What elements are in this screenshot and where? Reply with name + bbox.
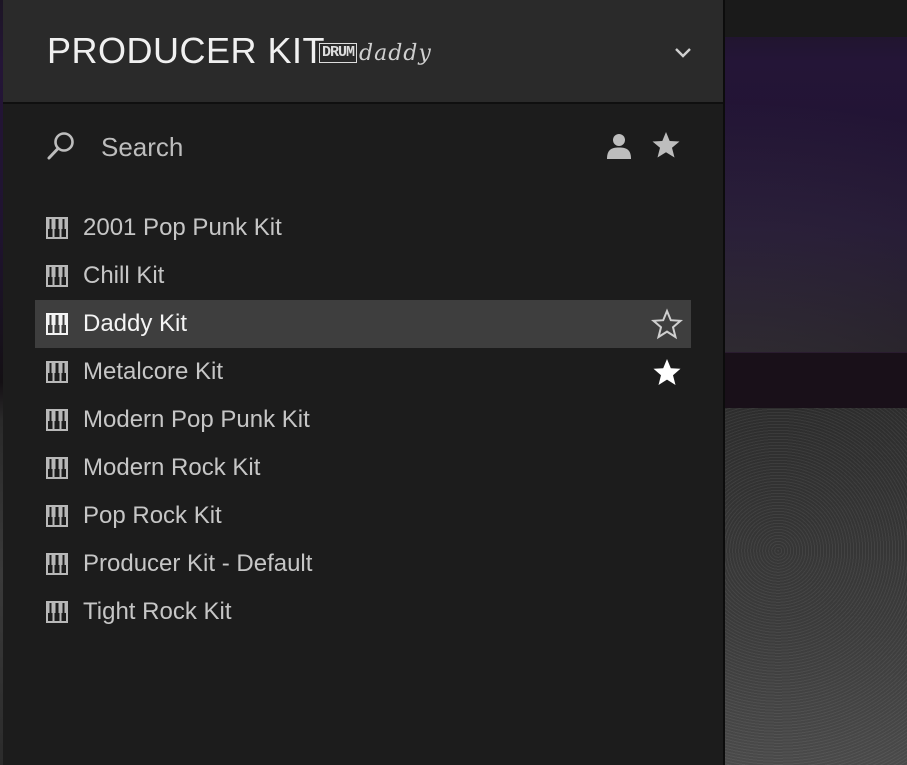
preset-name: Metalcore Kit <box>83 358 224 385</box>
keyboard-icon <box>46 217 68 239</box>
preset-name: Chill Kit <box>83 262 165 289</box>
preset-list-item[interactable]: Pop Rock Kit <box>35 492 691 540</box>
favorites-filter-star-icon[interactable] <box>651 130 681 160</box>
preset-browser-panel: PRODUCER KIT DRUM daddy 2001 Pop Punk Ki… <box>3 0 725 765</box>
preset-list-item[interactable]: Tight Rock Kit <box>35 588 691 636</box>
preset-browser-header[interactable]: PRODUCER KIT DRUM daddy <box>3 0 723 104</box>
stage-riser <box>723 352 907 409</box>
search-bar <box>3 120 723 172</box>
chevron-down-icon[interactable] <box>673 44 693 60</box>
preset-name: 2001 Pop Punk Kit <box>83 214 282 241</box>
preset-list: 2001 Pop Punk Kit Chill Kit Daddy Kit Metal… <box>35 204 691 636</box>
logo-daddy-text: daddy <box>359 40 432 66</box>
preset-list-item[interactable]: Chill Kit <box>35 252 691 300</box>
preset-name: Tight Rock Kit <box>83 598 232 625</box>
preset-name: Daddy Kit <box>83 310 188 337</box>
preset-list-item[interactable]: Metalcore Kit <box>35 348 691 396</box>
search-input[interactable] <box>99 128 523 166</box>
favorite-star-outline-icon[interactable] <box>650 308 684 340</box>
keyboard-icon <box>46 265 68 287</box>
keyboard-icon <box>46 409 68 431</box>
keyboard-icon <box>46 313 68 335</box>
preset-list-item[interactable]: Producer Kit - Default <box>35 540 691 588</box>
stage-top-bar <box>723 0 907 37</box>
search-icon <box>47 132 74 160</box>
preset-name: Modern Pop Punk Kit <box>83 406 310 433</box>
drum-daddy-logo: DRUM daddy <box>319 40 432 66</box>
product-title: PRODUCER KIT <box>47 30 326 71</box>
keyboard-icon <box>46 601 68 623</box>
preset-name: Producer Kit - Default <box>83 550 313 577</box>
preset-name: Pop Rock Kit <box>83 502 222 529</box>
keyboard-icon <box>46 361 68 383</box>
preset-list-item[interactable]: Daddy Kit <box>35 300 691 348</box>
logo-drum-text: DRUM <box>319 43 358 63</box>
stage-floor <box>723 408 907 765</box>
preset-name: Modern Rock Kit <box>83 454 261 481</box>
favorite-star-filled-icon[interactable] <box>651 356 683 388</box>
keyboard-icon <box>46 505 68 527</box>
keyboard-icon <box>46 553 68 575</box>
preset-list-item[interactable]: Modern Pop Punk Kit <box>35 396 691 444</box>
keyboard-icon <box>46 457 68 479</box>
user-icon[interactable] <box>606 132 632 160</box>
preset-list-item[interactable]: 2001 Pop Punk Kit <box>35 204 691 252</box>
preset-list-item[interactable]: Modern Rock Kit <box>35 444 691 492</box>
